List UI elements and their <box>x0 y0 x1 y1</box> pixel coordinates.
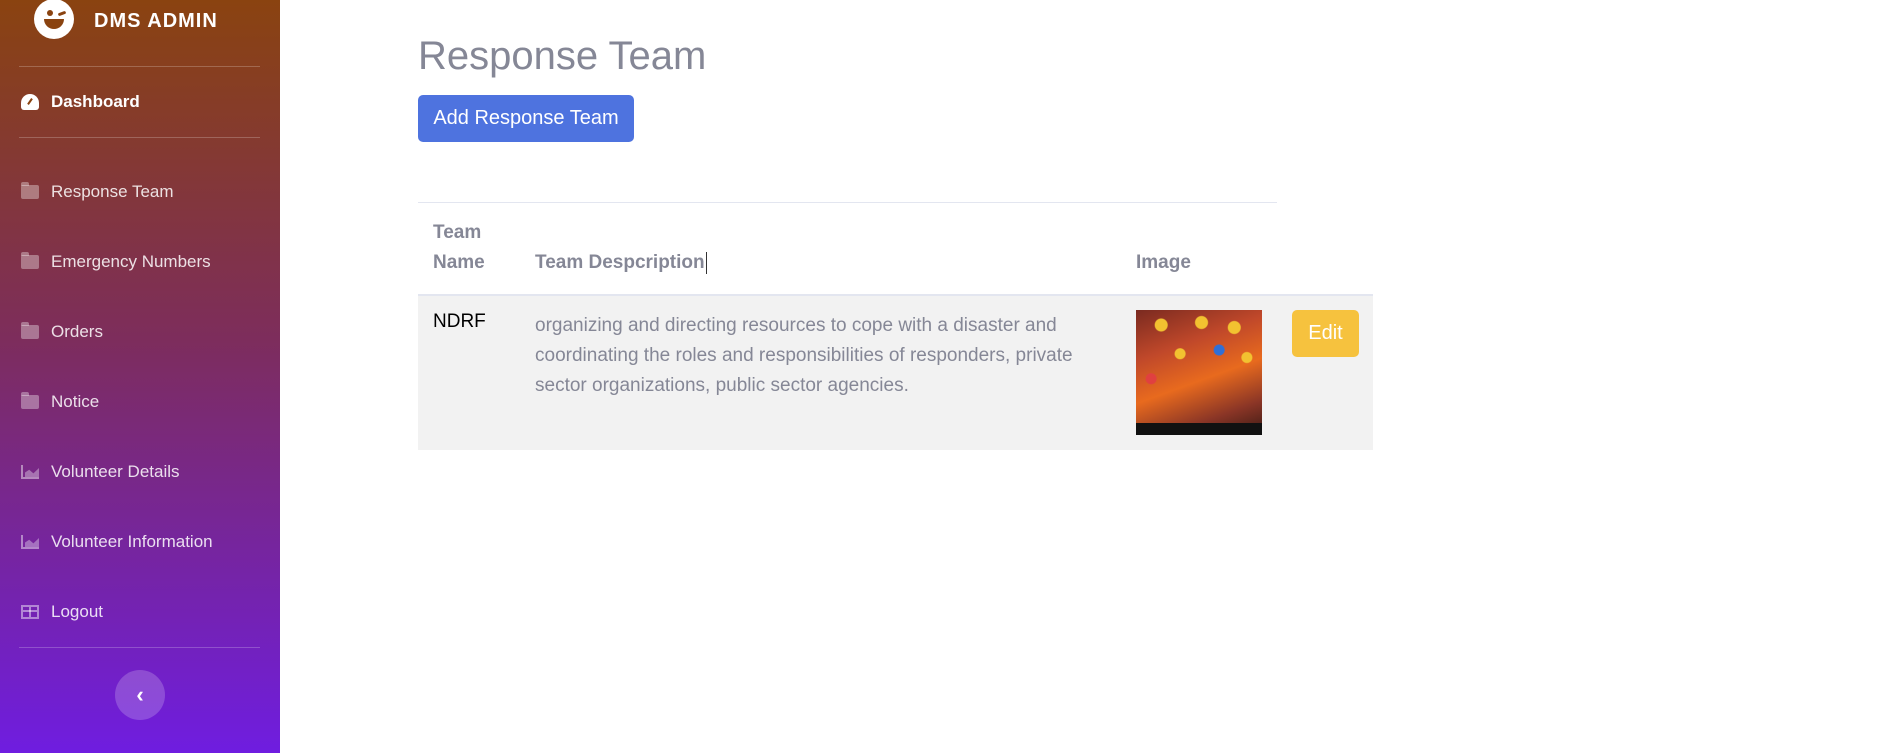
folder-icon <box>21 252 39 269</box>
sidebar-item-label: Notice <box>51 392 100 411</box>
sidebar-item-response-team[interactable]: Response Team <box>21 180 174 204</box>
page-title: Response Team <box>418 34 707 78</box>
sidebar-item-label: Dashboard <box>51 92 140 111</box>
team-name-cell: NDRF <box>433 311 486 332</box>
sidebar-item-label: Volunteer Details <box>51 462 180 481</box>
column-header-image: Image <box>1136 252 1191 273</box>
sidebar-item-emergency-numbers[interactable]: Emergency Numbers <box>21 250 211 274</box>
sidebar-item-label: Logout <box>51 602 103 621</box>
add-response-team-button[interactable]: Add Response Team <box>418 95 634 142</box>
table-icon <box>21 605 39 619</box>
folder-icon <box>21 182 39 199</box>
folder-icon <box>21 322 39 339</box>
tachometer-icon <box>21 94 39 110</box>
sidebar-item-volunteer-details[interactable]: Volunteer Details <box>21 460 180 484</box>
sidebar-item-volunteer-information[interactable]: Volunteer Information <box>21 530 213 554</box>
text-cursor <box>705 251 707 274</box>
sidebar-divider <box>19 137 260 138</box>
column-header-team-name: Team Name <box>433 218 485 278</box>
edit-button[interactable]: Edit <box>1292 310 1359 357</box>
folder-icon <box>21 392 39 409</box>
sidebar-item-logout[interactable]: Logout <box>21 600 103 624</box>
column-header-team-description: Team Despcription <box>535 248 707 278</box>
header-text: Team Despcription <box>535 252 705 273</box>
sidebar-item-label: Volunteer Information <box>51 532 213 551</box>
header-line: Team <box>433 222 482 243</box>
team-description-cell: organizing and directing resources to co… <box>535 315 1073 396</box>
chevron-left-icon: ‹ <box>136 682 144 707</box>
header-line: Name <box>433 252 485 273</box>
sidebar: DMS ADMIN Dashboard Response Team Emerge… <box>0 0 280 753</box>
sidebar-item-orders[interactable]: Orders <box>21 320 103 344</box>
sidebar-item-label: Emergency Numbers <box>51 252 211 271</box>
sidebar-item-dashboard[interactable]: Dashboard <box>21 90 140 114</box>
sidebar-item-label: Orders <box>51 322 103 341</box>
sidebar-divider <box>19 647 260 648</box>
area-chart-icon <box>21 465 39 479</box>
sidebar-item-notice[interactable]: Notice <box>21 390 99 414</box>
table-top-border <box>418 202 1277 203</box>
sidebar-item-label: Response Team <box>51 182 174 201</box>
brand-title: DMS ADMIN <box>94 9 218 32</box>
laugh-wink-logo-icon <box>34 0 74 39</box>
sidebar-divider <box>19 66 260 67</box>
area-chart-icon <box>21 535 39 549</box>
main-content: Response Team Add Response Team Team Nam… <box>280 0 1898 753</box>
sidebar-toggle-button[interactable]: ‹ <box>115 670 165 720</box>
team-image <box>1136 310 1262 435</box>
brand[interactable]: DMS ADMIN <box>34 0 218 42</box>
